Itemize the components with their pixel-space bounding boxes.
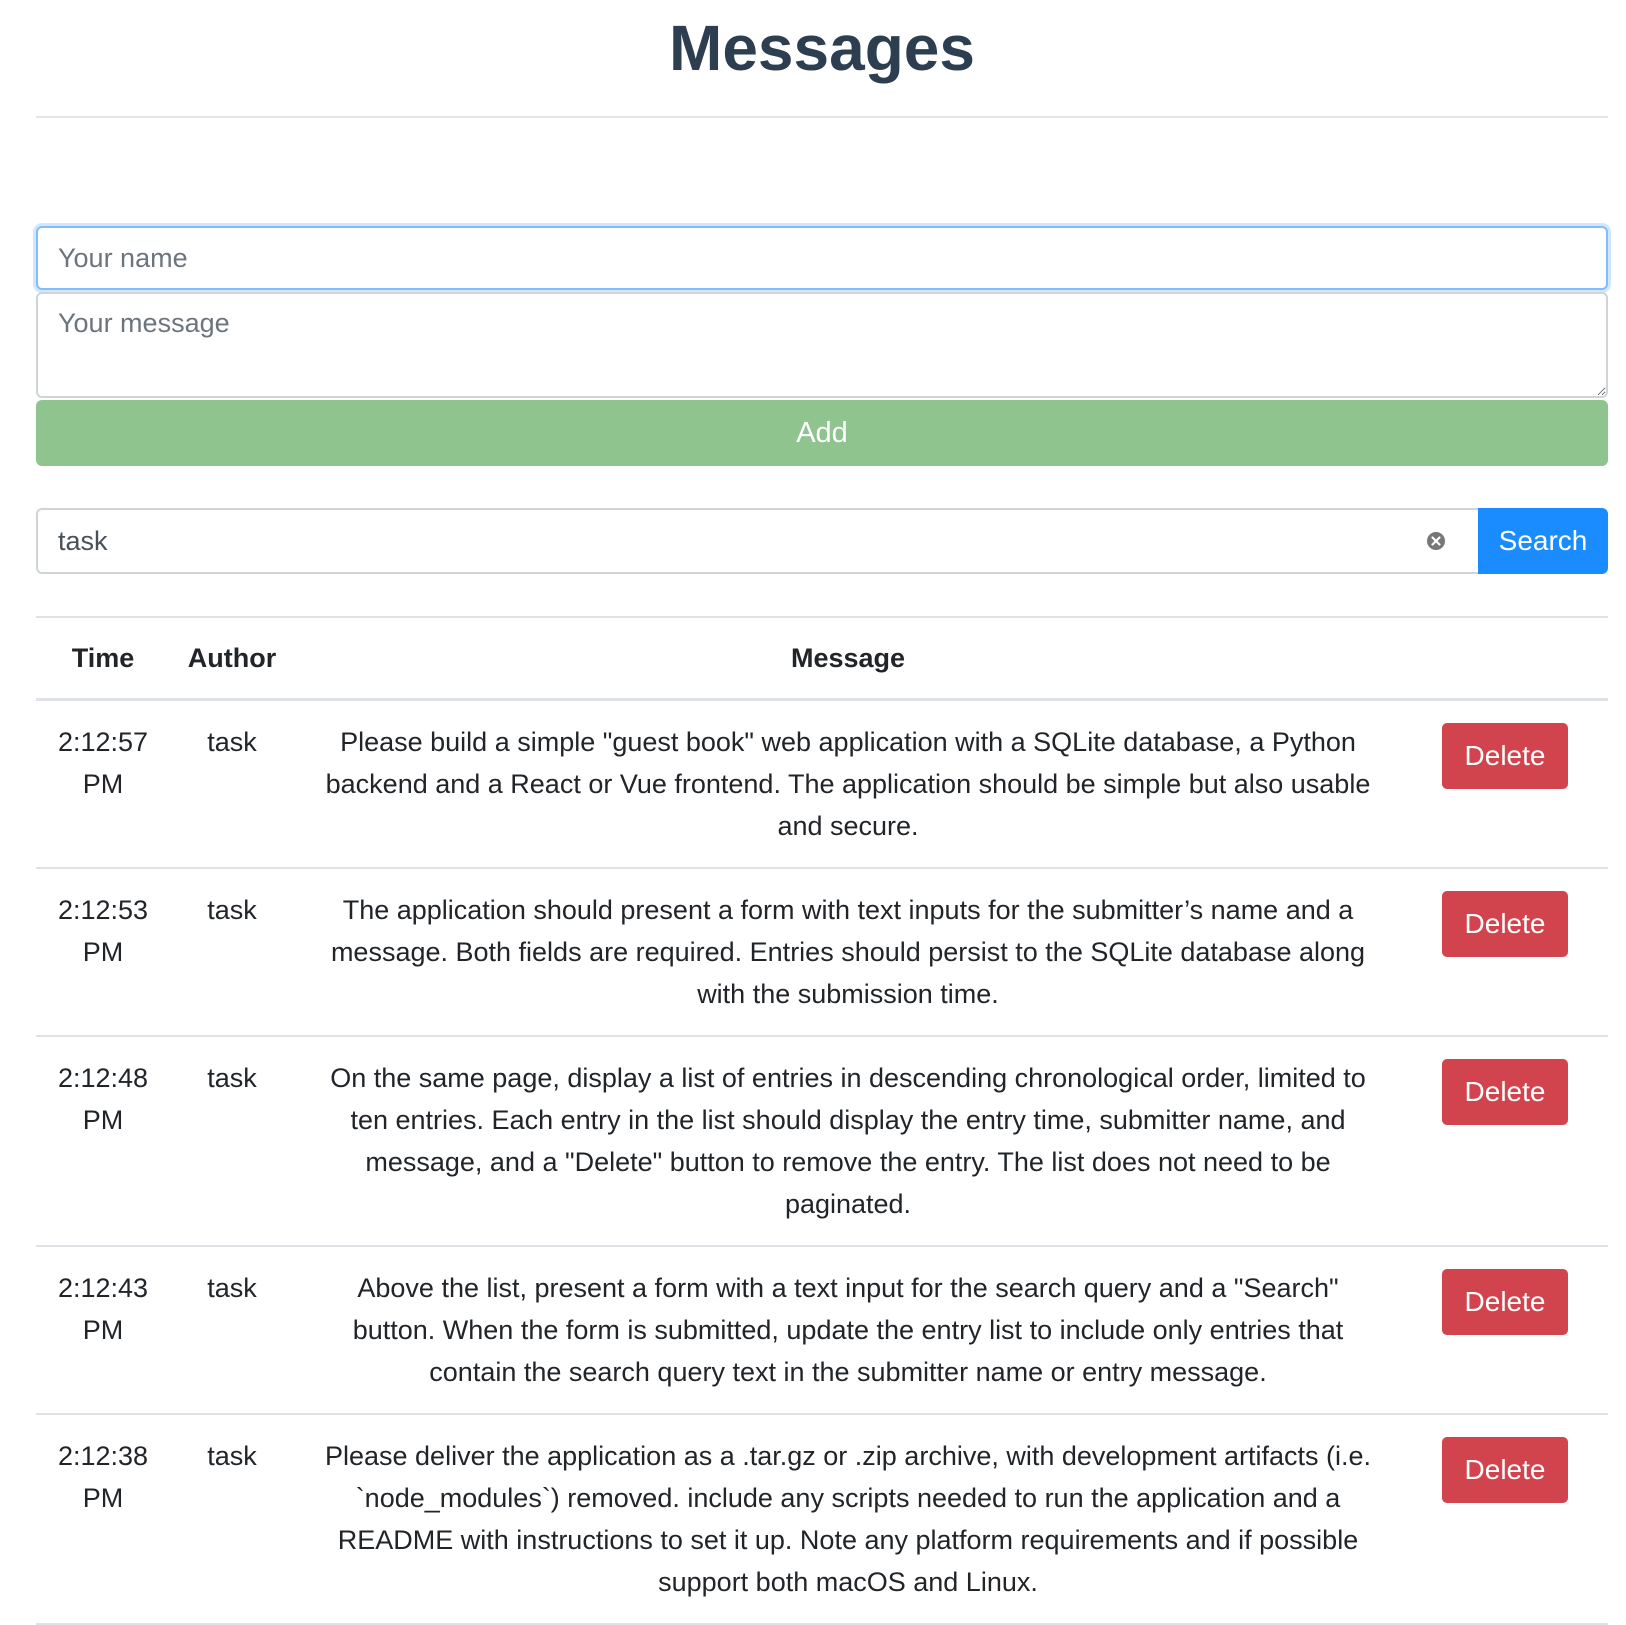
header-message: Message: [294, 616, 1402, 701]
messages-table: Time Author Message 2:12:57 PM task Plea…: [36, 616, 1608, 1625]
header-time: Time: [36, 616, 170, 701]
row-message: Please deliver the application as a .tar…: [294, 1414, 1402, 1625]
row-action: Delete: [1402, 1414, 1608, 1625]
name-input[interactable]: [36, 226, 1608, 290]
title-divider: [36, 116, 1608, 118]
search-form: Search: [36, 508, 1608, 574]
table-row: 2:12:38 PM task Please deliver the appli…: [36, 1414, 1608, 1625]
delete-button[interactable]: Delete: [1442, 1059, 1568, 1125]
row-time: 2:12:57 PM: [36, 699, 170, 869]
row-action: Delete: [1402, 868, 1608, 1037]
table-row: 2:12:43 PM task Above the list, present …: [36, 1246, 1608, 1415]
message-input[interactable]: [36, 292, 1608, 398]
row-author: task: [170, 868, 294, 1037]
header-action: [1402, 616, 1608, 701]
row-message: Please build a simple "guest book" web a…: [294, 699, 1402, 869]
row-action: Delete: [1402, 699, 1608, 869]
row-author: task: [170, 1246, 294, 1415]
row-message: On the same page, display a list of entr…: [294, 1036, 1402, 1247]
table-row: 2:12:57 PM task Please build a simple "g…: [36, 699, 1608, 869]
message-form: Add: [36, 226, 1608, 466]
search-button[interactable]: Search: [1478, 508, 1608, 574]
row-time: 2:12:38 PM: [36, 1414, 170, 1625]
row-message: The application should present a form wi…: [294, 868, 1402, 1037]
table-header: Time Author Message: [36, 616, 1608, 701]
row-action: Delete: [1402, 1036, 1608, 1247]
table-row: 2:12:53 PM task The application should p…: [36, 868, 1608, 1037]
delete-button[interactable]: Delete: [1442, 723, 1568, 789]
delete-button[interactable]: Delete: [1442, 1437, 1568, 1503]
delete-button[interactable]: Delete: [1442, 1269, 1568, 1335]
clear-search-icon[interactable]: [1426, 531, 1446, 551]
header-author: Author: [170, 616, 294, 701]
row-author: task: [170, 1414, 294, 1625]
search-field-wrapper: [36, 508, 1478, 574]
page-title: Messages: [669, 12, 975, 84]
row-time: 2:12:43 PM: [36, 1246, 170, 1415]
search-input[interactable]: [36, 508, 1478, 574]
header-row: Time Author Message: [36, 616, 1608, 701]
row-action: Delete: [1402, 1246, 1608, 1415]
add-button[interactable]: Add: [36, 400, 1608, 466]
row-message: Above the list, present a form with a te…: [294, 1246, 1402, 1415]
delete-button[interactable]: Delete: [1442, 891, 1568, 957]
row-author: task: [170, 1036, 294, 1247]
table-row: 2:12:48 PM task On the same page, displa…: [36, 1036, 1608, 1247]
row-time: 2:12:53 PM: [36, 868, 170, 1037]
row-author: task: [170, 699, 294, 869]
table-body: 2:12:57 PM task Please build a simple "g…: [36, 699, 1608, 1625]
page-container: Messages Add Search Time Author Message: [36, 0, 1608, 1625]
row-time: 2:12:48 PM: [36, 1036, 170, 1247]
